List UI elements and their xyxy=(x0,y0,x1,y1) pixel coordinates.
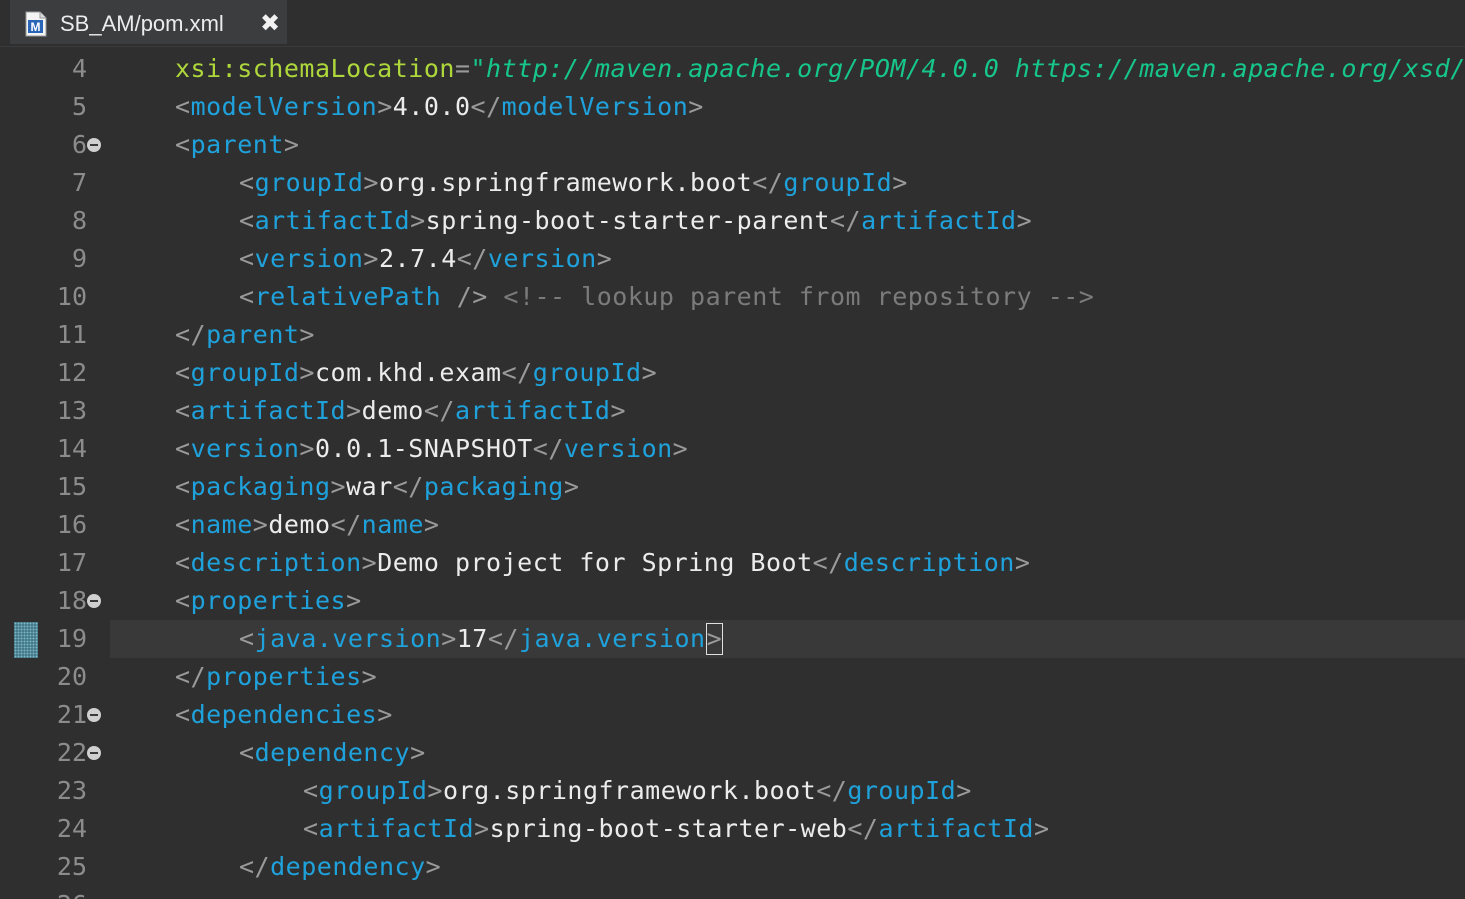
code-text: <packaging>war</packaging> xyxy=(175,472,580,501)
xml-editor[interactable]: M SB_AM/pom.xml ✖ 4 xsi:schemaLocation="… xyxy=(0,0,1465,899)
line-number: 5 xyxy=(71,92,87,121)
line-number: 16 xyxy=(56,510,87,539)
line-number: 6 xyxy=(71,130,87,159)
line-number: 8 xyxy=(71,206,87,235)
code-text: <version>0.0.1-SNAPSHOT</version> xyxy=(175,434,689,463)
code-line: 25 </dependency> xyxy=(0,848,1465,886)
code-text: xsi:schemaLocation="http://maven.apache.… xyxy=(175,54,1465,83)
code-line: 8 <artifactId>spring-boot-starter-parent… xyxy=(0,202,1465,240)
code-line: 7 <groupId>org.springframework.boot</gro… xyxy=(0,164,1465,202)
code-line: 20 </properties> xyxy=(0,658,1465,696)
line-number: 7 xyxy=(71,168,87,197)
collapse-fold-icon[interactable] xyxy=(86,745,102,761)
code-line: 13 <artifactId>demo</artifactId> xyxy=(0,392,1465,430)
code-line: 17 <description>Demo project for Spring … xyxy=(0,544,1465,582)
line-number: 14 xyxy=(56,434,87,463)
code-text: <java.version>17</java.version> xyxy=(239,623,724,655)
code-text: <groupId>org.springframework.boot</group… xyxy=(239,168,908,197)
editor-tab-bar: M SB_AM/pom.xml ✖ xyxy=(0,0,1465,47)
close-tab-icon[interactable]: ✖ xyxy=(256,9,284,37)
line-number: 26 xyxy=(30,886,87,899)
line-number: 21 xyxy=(56,700,87,729)
line-number: 25 xyxy=(56,852,87,881)
code-line: 4 xsi:schemaLocation="http://maven.apach… xyxy=(0,50,1465,88)
text-cursor: > xyxy=(705,623,724,655)
collapse-fold-icon[interactable] xyxy=(86,593,102,609)
code-line: 18 <properties> xyxy=(0,582,1465,620)
code-line: 15 <packaging>war</packaging> xyxy=(0,468,1465,506)
collapse-fold-icon[interactable] xyxy=(86,707,102,723)
line-number: 22 xyxy=(56,738,87,767)
line-number: 10 xyxy=(56,282,87,311)
line-number: 18 xyxy=(56,586,87,615)
code-text: </parent> xyxy=(175,320,315,349)
code-text: <artifactId>demo</artifactId> xyxy=(175,396,627,425)
line-number: 23 xyxy=(56,776,87,805)
line-number: 17 xyxy=(56,548,87,577)
code-text: <version>2.7.4</version> xyxy=(239,244,613,273)
line-number: 11 xyxy=(56,320,87,349)
code-text: </dependency> xyxy=(239,852,442,881)
maven-pom-file-icon: M xyxy=(25,11,47,37)
code-text: <dependency> xyxy=(239,738,426,767)
code-text: <name>demo</name> xyxy=(175,510,440,539)
current-code-line: 19 <java.version>17</java.version> xyxy=(0,620,1465,658)
tab-title: SB_AM/pom.xml xyxy=(60,11,224,36)
code-line: 5 <modelVersion>4.0.0</modelVersion> xyxy=(0,88,1465,126)
line-number: 13 xyxy=(56,396,87,425)
code-text: <modelVersion>4.0.0</modelVersion> xyxy=(175,92,704,121)
code-line: 9 <version>2.7.4</version> xyxy=(0,240,1465,278)
code-area[interactable]: 4 xsi:schemaLocation="http://maven.apach… xyxy=(0,50,1465,899)
code-text: <groupId>org.springframework.boot</group… xyxy=(303,776,972,805)
line-number: 12 xyxy=(56,358,87,387)
line-number: 15 xyxy=(56,472,87,501)
code-line: 16 <name>demo</name> xyxy=(0,506,1465,544)
code-line: 24 <artifactId>spring-boot-starter-web</… xyxy=(0,810,1465,848)
code-text: <parent> xyxy=(175,130,300,159)
code-text: <groupId>com.khd.exam</groupId> xyxy=(175,358,658,387)
code-text: <properties> xyxy=(175,586,362,615)
line-number: 24 xyxy=(56,814,87,843)
svg-text:M: M xyxy=(31,20,41,34)
code-text: <artifactId>spring-boot-starter-parent</… xyxy=(239,206,1033,235)
code-line: 10 <relativePath /> <!-- lookup parent f… xyxy=(0,278,1465,316)
collapse-fold-icon[interactable] xyxy=(86,137,102,153)
code-line: 21 <dependencies> xyxy=(0,696,1465,734)
line-number: 4 xyxy=(71,54,87,83)
code-text: <artifactId>spring-boot-starter-web</art… xyxy=(303,814,1050,843)
code-text: <relativePath /> <!-- lookup parent from… xyxy=(239,282,1095,311)
code-line: 11 </parent> xyxy=(0,316,1465,354)
line-number: 9 xyxy=(71,244,87,273)
code-line: 23 <groupId>org.springframework.boot</gr… xyxy=(0,772,1465,810)
line-number: 20 xyxy=(56,662,87,691)
code-line: 6 <parent> xyxy=(0,126,1465,164)
code-text: </properties> xyxy=(175,662,378,691)
code-line: 26 xyxy=(0,886,1465,899)
code-text: <dependencies> xyxy=(175,700,393,729)
code-line: 14 <version>0.0.1-SNAPSHOT</version> xyxy=(0,430,1465,468)
code-line: 22 <dependency> xyxy=(0,734,1465,772)
code-text: <description>Demo project for Spring Boo… xyxy=(175,548,1031,577)
line-number: 19 xyxy=(56,624,87,653)
tab-pom-xml[interactable]: M SB_AM/pom.xml ✖ xyxy=(10,0,287,44)
code-line: 12 <groupId>com.khd.exam</groupId> xyxy=(0,354,1465,392)
